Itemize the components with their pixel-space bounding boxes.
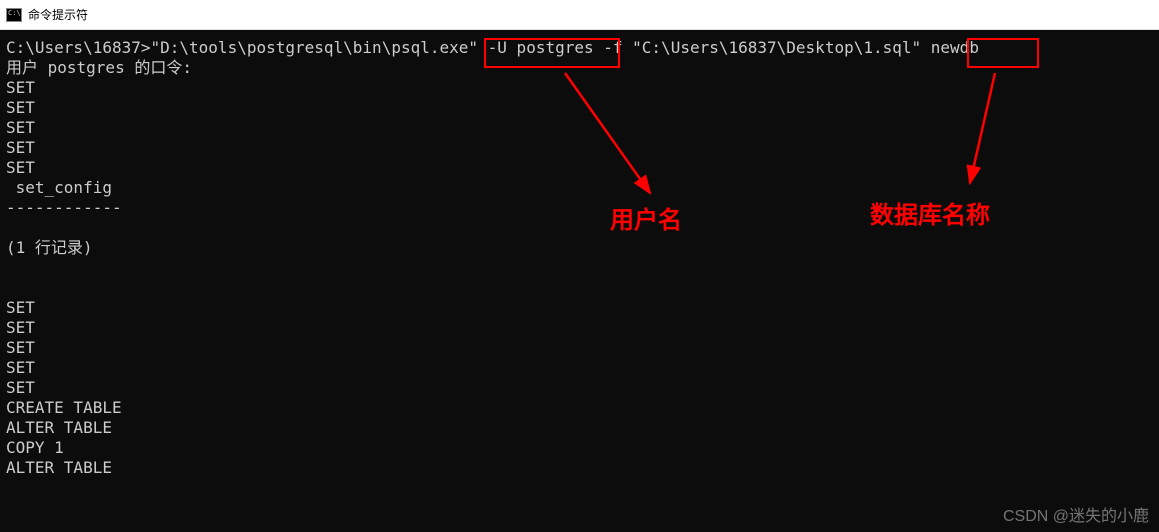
annotation-label-username: 用户名 [610,200,682,235]
output-line: set_config [6,178,112,197]
output-line: SET [6,318,35,337]
watermark: CSDN @迷失的小鹿 [1003,502,1149,526]
output-line: COPY 1 [6,438,64,457]
cmd-highlight-db: newdb [931,38,979,57]
prompt: C:\Users\16837> [6,38,151,57]
output-line: SET [6,118,35,137]
terminal-output[interactable]: C:\Users\16837>"D:\tools\postgresql\bin\… [0,30,1159,532]
output-line: ------------ [6,198,122,217]
output-line: (1 行记录) [6,238,93,257]
annotation-label-dbname: 数据库名称 [870,195,990,230]
output-line: SET [6,138,35,157]
output-line: CREATE TABLE [6,398,122,417]
output-line: SET [6,298,35,317]
output-line: ALTER TABLE [6,418,112,437]
output-line: SET [6,78,35,97]
output-line: ALTER TABLE [6,458,112,477]
window-titlebar[interactable]: 命令提示符 [0,0,1159,30]
output-line: SET [6,378,35,397]
output-line: SET [6,338,35,357]
cmd-highlight-user: -U postgres [488,38,594,57]
output-line: SET [6,358,35,377]
cmd-icon [6,7,22,23]
window-title: 命令提示符 [28,6,88,23]
output-line: 用户 postgres 的口令: [6,58,192,77]
output-line: SET [6,158,35,177]
cmd-part2: -f "C:\Users\16837\Desktop\1.sql" [594,38,931,57]
output-line: SET [6,98,35,117]
cmd-part1: "D:\tools\postgresql\bin\psql.exe" [151,38,488,57]
